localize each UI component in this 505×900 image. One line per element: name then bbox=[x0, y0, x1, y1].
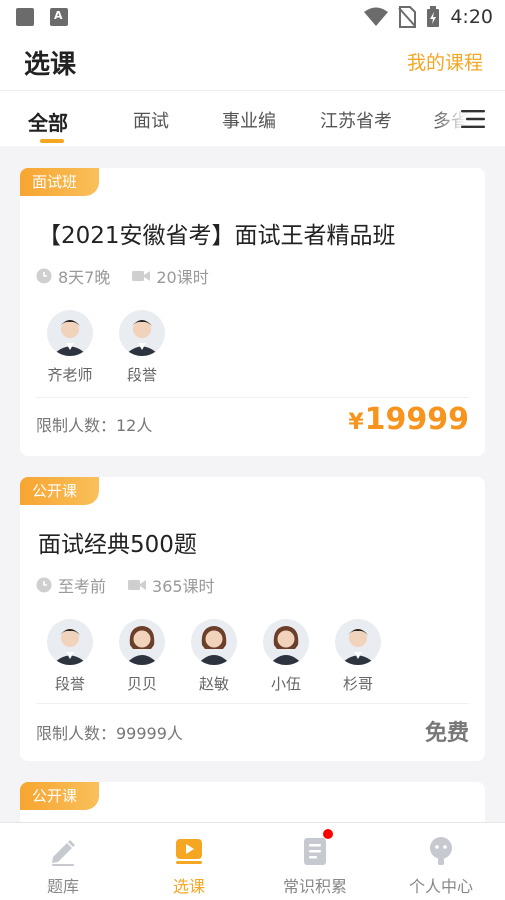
card-divider bbox=[36, 703, 469, 704]
nav-course-select[interactable]: 选课 bbox=[126, 823, 252, 900]
course-lessons: 20课时 bbox=[156, 268, 209, 287]
video-camera-icon bbox=[128, 580, 147, 590]
teacher-item[interactable]: 齐老师 bbox=[34, 310, 106, 385]
course-type-tag: 公开课 bbox=[20, 477, 100, 505]
teacher-list: 段誉 贝贝 赵敏 小伍 杉哥 bbox=[34, 619, 394, 694]
pencil-icon bbox=[52, 840, 75, 866]
course-lessons: 365课时 bbox=[152, 577, 215, 596]
course-type-tag: 面试班 bbox=[20, 168, 100, 196]
teacher-item[interactable]: 杉哥 bbox=[322, 619, 394, 694]
course-duration: 8天7晚 bbox=[58, 268, 111, 287]
course-title: 【2021安徽省考】面试王者精品班 bbox=[38, 223, 396, 249]
course-meta: 8天7晚 20课时 bbox=[36, 264, 209, 288]
notification-icon bbox=[16, 8, 34, 26]
video-play-icon bbox=[176, 839, 202, 864]
notebook-icon bbox=[304, 838, 326, 865]
male-teacher-avatar bbox=[335, 619, 381, 665]
teacher-item[interactable]: 段誉 bbox=[106, 310, 178, 385]
teacher-list: 齐老师 段誉 bbox=[34, 310, 178, 385]
nav-personal-center[interactable]: 个人中心 bbox=[378, 823, 504, 900]
category-tabs: 全部 面试 事业编 江苏省考 多省 bbox=[0, 90, 505, 146]
teacher-name: 段誉 bbox=[54, 675, 85, 693]
course-card[interactable]: 公开课 bbox=[20, 782, 485, 822]
nav-question-bank[interactable]: 题库 bbox=[0, 823, 126, 900]
wifi-icon bbox=[364, 7, 389, 26]
teacher-item[interactable]: 贝贝 bbox=[106, 619, 178, 694]
teacher-item[interactable]: 赵敏 bbox=[178, 619, 250, 694]
tab-interview[interactable]: 面试 bbox=[133, 107, 169, 133]
nav-label: 常识积累 bbox=[282, 877, 347, 896]
female-teacher-avatar bbox=[191, 619, 237, 665]
teacher-name: 贝贝 bbox=[126, 675, 157, 693]
enrollment-limit: 限制人数：99999人 bbox=[36, 724, 183, 743]
profile-icon bbox=[430, 837, 452, 865]
menu-icon[interactable] bbox=[461, 109, 485, 129]
price-value: 19999 bbox=[364, 402, 469, 437]
nav-label: 选课 bbox=[172, 877, 205, 896]
course-price: 免费 bbox=[424, 721, 469, 746]
course-card[interactable]: 面试班 【2021安徽省考】面试王者精品班 8天7晚 20课时 齐老师 段誉 限… bbox=[20, 168, 485, 456]
clock-icon bbox=[36, 577, 52, 593]
teacher-item[interactable]: 小伍 bbox=[250, 619, 322, 694]
notification-badge bbox=[323, 829, 333, 839]
female-teacher-avatar bbox=[119, 619, 165, 665]
currency-symbol: ¥ bbox=[348, 410, 364, 435]
nav-knowledge-accumulation[interactable]: 常识积累 bbox=[252, 823, 378, 900]
course-price: ¥19999 bbox=[348, 402, 469, 437]
course-card[interactable]: 公开课 面试经典500题 至考前 365课时 段誉 贝贝 赵敏 小伍 杉哥 限制… bbox=[20, 477, 485, 761]
my-courses-link[interactable]: 我的课程 bbox=[407, 48, 483, 75]
male-teacher-avatar bbox=[47, 619, 93, 665]
course-duration: 至考前 bbox=[58, 577, 107, 596]
course-title: 面试经典500题 bbox=[38, 532, 197, 558]
page-header: 选课 我的课程 bbox=[0, 34, 505, 90]
teacher-name: 杉哥 bbox=[342, 675, 373, 693]
no-sim-icon bbox=[398, 6, 417, 28]
active-tab-indicator bbox=[40, 139, 64, 143]
course-meta: 至考前 365课时 bbox=[36, 573, 215, 597]
tab-jiangsu-exam[interactable]: 江苏省考 bbox=[320, 107, 392, 133]
page-title: 选课 bbox=[24, 50, 77, 80]
male-teacher-avatar bbox=[47, 310, 93, 356]
male-teacher-avatar bbox=[119, 310, 165, 356]
tab-all[interactable]: 全部 bbox=[28, 107, 68, 136]
card-divider bbox=[36, 397, 469, 398]
teacher-item[interactable]: 段誉 bbox=[34, 619, 106, 694]
status-bar: 4:20 bbox=[0, 0, 505, 34]
course-type-tag: 公开课 bbox=[20, 782, 100, 810]
course-list: 面试班 【2021安徽省考】面试王者精品班 8天7晚 20课时 齐老师 段誉 限… bbox=[0, 146, 505, 822]
battery-charging-icon bbox=[427, 6, 440, 27]
teacher-name: 赵敏 bbox=[198, 675, 229, 693]
teacher-name: 小伍 bbox=[270, 675, 301, 693]
tab-public-institution[interactable]: 事业编 bbox=[222, 107, 276, 133]
female-teacher-avatar bbox=[263, 619, 309, 665]
teacher-name: 齐老师 bbox=[47, 366, 93, 384]
clock-time: 4:20 bbox=[450, 6, 493, 28]
bottom-navigation: 题库 选课 常识积累 个人中心 bbox=[0, 822, 505, 900]
app-notification-icon bbox=[50, 8, 68, 26]
clock-icon bbox=[36, 268, 52, 284]
nav-label: 题库 bbox=[46, 877, 79, 896]
video-camera-icon bbox=[132, 271, 151, 281]
enrollment-limit: 限制人数：12人 bbox=[36, 416, 153, 435]
nav-label: 个人中心 bbox=[408, 877, 473, 896]
teacher-name: 段誉 bbox=[126, 366, 157, 384]
